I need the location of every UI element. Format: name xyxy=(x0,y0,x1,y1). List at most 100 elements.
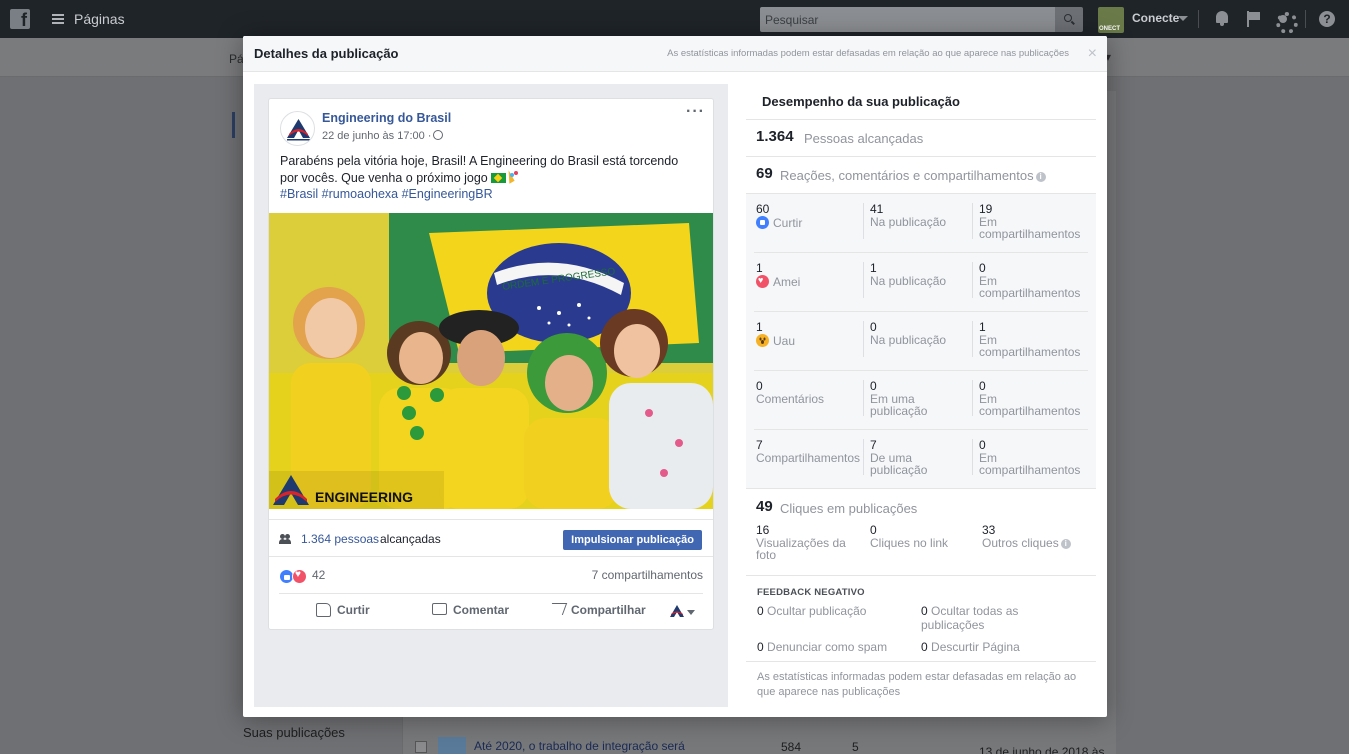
profile-name[interactable]: Conecte xyxy=(1132,11,1179,25)
stat-value: 7 xyxy=(756,438,763,452)
share-icon[interactable] xyxy=(547,603,568,615)
gear-icon[interactable] xyxy=(1275,11,1298,34)
chevron-down-icon[interactable] xyxy=(687,610,695,615)
divider xyxy=(972,321,973,357)
pages-title[interactable]: Páginas xyxy=(74,11,125,27)
reactions-summary: 42 7 compartilhamentos xyxy=(269,557,713,593)
globe-icon xyxy=(433,130,443,140)
boost-post-button[interactable]: Impulsionar publicação xyxy=(563,530,702,550)
negative-stat: 0 Ocultar publicação xyxy=(757,604,866,618)
stat-value: 41 xyxy=(870,202,884,216)
hashtags[interactable]: #Brasil #rumoaohexa #EngineeringBR xyxy=(280,187,493,201)
sidebar-active-indicator xyxy=(232,112,235,138)
stat-label: Na publicação xyxy=(870,214,947,229)
stats-disclaimer: As estatísticas informadas podem estar d… xyxy=(757,671,1077,698)
page-avatar[interactable] xyxy=(280,111,315,146)
search-input[interactable]: Pesquisar xyxy=(760,7,1055,32)
thumbs-up-icon[interactable] xyxy=(316,603,331,617)
stat-value: 19 xyxy=(979,202,993,216)
subnav-tab[interactable]: Pá xyxy=(229,52,244,66)
page-identity-icon[interactable] xyxy=(670,605,684,617)
sidebar-item-suas-publicacoes[interactable]: Suas publicações xyxy=(243,725,345,740)
stat-value: 16 xyxy=(756,523,770,537)
divider xyxy=(972,262,973,298)
breakdown-row: 1 Uau 0 Na publicação 1 Em compartilhamento… xyxy=(746,312,1096,371)
post-performance-pane: Desempenho da sua publicação 1.364 Pesso… xyxy=(746,84,1096,707)
divider xyxy=(746,575,1096,576)
stat-label: Uau xyxy=(773,333,796,348)
chevron-down-icon[interactable] xyxy=(1178,16,1188,21)
party-popper-icon xyxy=(506,170,519,183)
dialog-header-note: As estatísticas informadas podem estar d… xyxy=(667,48,1069,59)
post-text-line: Parabéns pela vitória hoje, Brasil! A En… xyxy=(280,154,679,168)
post-preview-pane: Engineering do Brasil 22 de junho às 17:… xyxy=(254,84,728,707)
post-photo[interactable]: ORDEM E PROGRESSO ENGINEERING xyxy=(269,213,713,509)
reach-label: Pessoas alcançadas xyxy=(804,131,924,146)
stat-value: 0 xyxy=(979,379,986,393)
share-button[interactable]: Compartilhar xyxy=(571,603,646,617)
love-reaction-icon xyxy=(756,274,769,288)
flag-icon[interactable] xyxy=(1246,11,1262,27)
notifications-bell-icon[interactable] xyxy=(1214,11,1230,27)
shares-count[interactable]: 7 compartilhamentos xyxy=(592,568,703,582)
divider xyxy=(972,203,973,239)
row-title-link[interactable]: Até 2020, o trabalho de integração será xyxy=(474,739,685,753)
reach-count-link[interactable]: 1.364 pessoas xyxy=(301,532,379,546)
like-button[interactable]: Curtir xyxy=(337,603,370,617)
post-date[interactable]: 22 de junho às 17:00 · xyxy=(322,130,431,142)
people-icon xyxy=(279,534,292,544)
negative-stat: 0 Ocultar todas as publicações xyxy=(921,604,1061,632)
reactions-count[interactable]: 42 xyxy=(312,568,325,582)
divider xyxy=(746,119,1096,120)
post-card: Engineering do Brasil 22 de junho às 17:… xyxy=(268,98,714,630)
stat-value: 0 xyxy=(757,640,764,654)
more-options-icon[interactable]: ··· xyxy=(686,103,705,121)
clicks-number: 49 xyxy=(756,498,773,515)
divider xyxy=(863,262,864,298)
stat-value: 1 xyxy=(870,261,877,275)
engagement-breakdown: 60 Curtir 41 Na publicação 19 Em compartilh… xyxy=(746,193,1096,489)
info-icon[interactable]: i xyxy=(1035,172,1046,182)
comment-button[interactable]: Comentar xyxy=(453,603,509,617)
stat-label: Em uma publicação xyxy=(870,391,928,418)
post-author-link[interactable]: Engineering do Brasil xyxy=(322,111,451,125)
stat-label: Ocultar publicação xyxy=(767,604,867,618)
post-details-dialog: Detalhes da publicação As estatísticas i… xyxy=(243,36,1107,717)
facebook-logo-icon[interactable]: f xyxy=(10,9,30,30)
divider xyxy=(863,439,864,475)
love-reaction-icon[interactable] xyxy=(292,569,307,584)
row-thumbnail[interactable] xyxy=(438,737,466,754)
divider xyxy=(972,439,973,475)
stat-label: Amei xyxy=(773,274,801,289)
stat-label: Curtir xyxy=(773,215,803,230)
post-text: Parabéns pela vitória hoje, Brasil! A En… xyxy=(280,153,705,203)
comment-icon[interactable] xyxy=(432,603,447,615)
stat-value: 0 xyxy=(921,604,928,618)
stat-label: Cliques no link xyxy=(870,535,949,550)
profile-logo-text: ONECT xyxy=(1099,26,1120,32)
menu-icon[interactable] xyxy=(52,14,64,24)
stat-value: 0 xyxy=(979,438,986,452)
stat-label: Ocultar todas as publicações xyxy=(921,604,1019,632)
stat-label: Compartilhamentos xyxy=(756,450,861,465)
stat-value: 0 xyxy=(870,523,877,537)
stat-label: Na publicação xyxy=(870,273,947,288)
divider xyxy=(863,380,864,416)
divider xyxy=(746,661,1096,662)
stat-label: Outros cliques xyxy=(982,535,1059,550)
stat-value: 0 xyxy=(870,320,877,334)
stat-value: 7 xyxy=(870,438,877,452)
help-icon[interactable]: ? xyxy=(1319,11,1335,27)
profile-avatar[interactable]: ONECT xyxy=(1098,7,1124,33)
search-button[interactable] xyxy=(1055,7,1083,32)
dialog-title: Detalhes da publicação xyxy=(254,46,399,61)
performance-title: Desempenho da sua publicação xyxy=(762,94,960,109)
stat-value: 0 xyxy=(757,604,764,618)
post-actions: Curtir Comentar Compartilhar xyxy=(279,593,703,627)
engineering-logo-icon xyxy=(287,119,310,141)
close-icon[interactable]: × xyxy=(1088,45,1097,63)
row-checkbox[interactable] xyxy=(415,741,427,753)
breakdown-row: 1Amei 1Na publicação 0Em compartilhament… xyxy=(746,253,1096,312)
info-icon[interactable]: i xyxy=(1060,538,1071,549)
stat-label: Comentários xyxy=(756,391,825,406)
